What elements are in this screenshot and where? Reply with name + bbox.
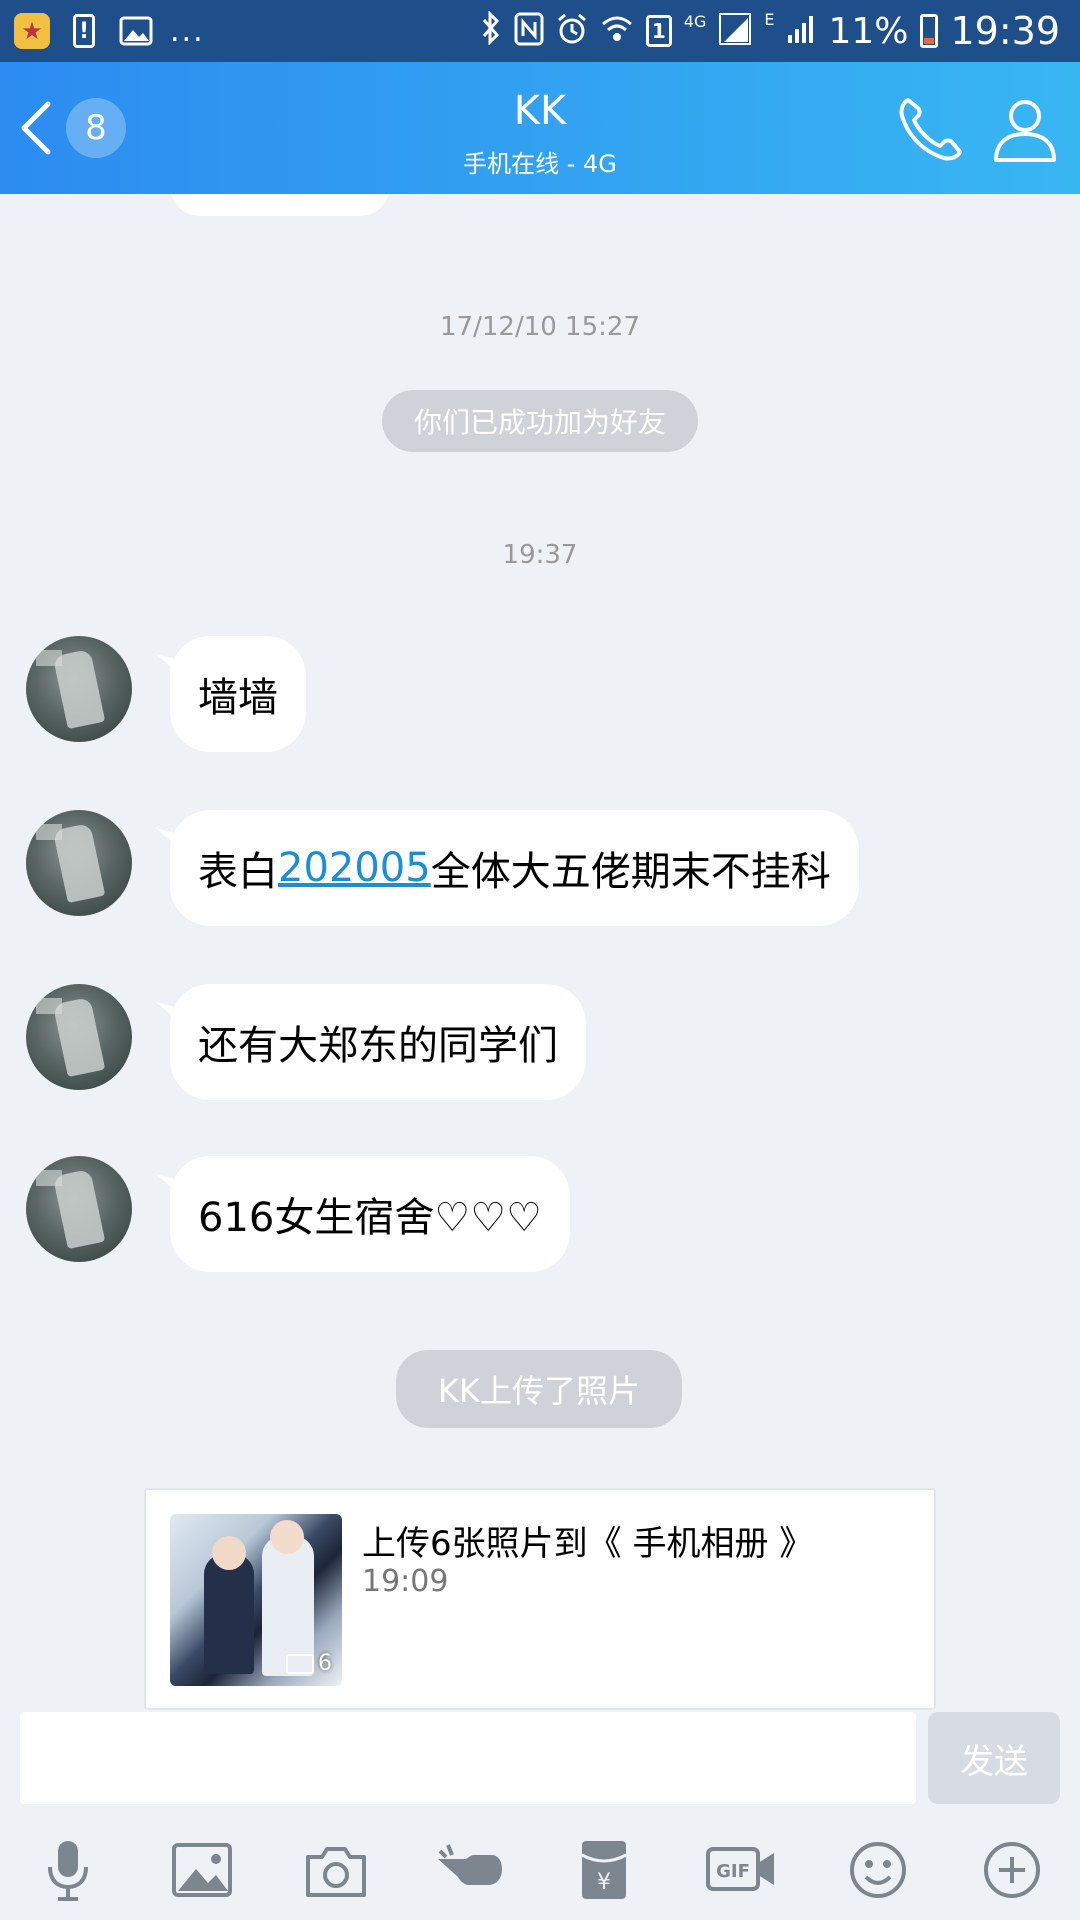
message-bubble[interactable]: 还有大郑东的同学们 xyxy=(170,984,586,1100)
battery-percent: 11% xyxy=(828,10,909,52)
emoji-icon xyxy=(850,1842,906,1898)
chat-messages[interactable]: 17/12/10 15:27 你们已成功加为好友 19:37 墙墙 表白 2020… xyxy=(0,194,1080,1712)
album-upload-card[interactable]: 6 上传6张照片到《 手机相册 》 19:09 xyxy=(144,1488,936,1710)
message-input[interactable] xyxy=(20,1712,916,1804)
svg-text:¥: ¥ xyxy=(597,1870,611,1895)
timestamp: 17/12/10 15:27 xyxy=(440,312,640,342)
gallery-icon xyxy=(118,13,154,49)
input-bar: 发送 xyxy=(0,1712,1080,1804)
clock: 19:39 xyxy=(950,9,1060,53)
more-notifications: ... xyxy=(170,13,205,49)
emoji-button[interactable] xyxy=(836,1832,920,1908)
album-time: 19:09 xyxy=(362,1564,449,1599)
message-link[interactable]: 202005 xyxy=(278,845,431,891)
system-message-upload: KK上传了照片 xyxy=(396,1350,682,1428)
contact-avatar[interactable] xyxy=(26,984,132,1090)
phone-icon xyxy=(899,98,962,161)
message-text: 表白 xyxy=(198,849,278,895)
network-type: 4G xyxy=(683,12,707,31)
previous-message-bubble[interactable] xyxy=(170,194,390,216)
contact-avatar[interactable] xyxy=(26,1156,132,1262)
system-icons: 1 4G E 11% 19:39 xyxy=(480,8,1060,54)
voice-button[interactable] xyxy=(26,1832,110,1908)
svg-text:GIF: GIF xyxy=(716,1861,750,1882)
contact-avatar[interactable] xyxy=(26,810,132,916)
nfc-icon xyxy=(514,12,544,50)
photo-button[interactable] xyxy=(160,1832,244,1908)
message-text: 616女生宿舍♡♡♡ xyxy=(198,1195,542,1241)
sim-icon: 1 xyxy=(645,15,672,47)
input-toolbar: ¥ GIF xyxy=(0,1820,1080,1920)
microphone-icon xyxy=(48,1841,88,1901)
timestamp: 19:37 xyxy=(502,540,578,570)
message-text: 还有大郑东的同学们 xyxy=(198,1023,558,1069)
camera-icon xyxy=(306,1847,366,1897)
red-envelope-icon: ¥ xyxy=(581,1841,627,1899)
star-app-icon: ★ xyxy=(14,13,50,49)
signal-icon-2 xyxy=(786,13,816,49)
poke-button[interactable] xyxy=(428,1832,512,1908)
battery-alert-icon: ! xyxy=(66,13,102,49)
signal-icon-1 xyxy=(718,12,752,50)
contact-avatar[interactable] xyxy=(26,636,132,742)
message-text: 全体大五佬期末不挂科 xyxy=(430,849,831,895)
gif-icon: GIF xyxy=(706,1847,774,1891)
photo-count-value: 6 xyxy=(318,1651,332,1676)
photo-count: 6 xyxy=(286,1651,332,1676)
status-bar: ★ ! ... 1 4G E 11% 19:39 xyxy=(0,0,1080,62)
plus-icon xyxy=(984,1842,1040,1898)
message-bubble[interactable]: 墙墙 xyxy=(170,636,306,752)
notification-icons: ★ ! ... xyxy=(14,10,205,52)
system-message-friend: 你们已成功加为好友 xyxy=(382,390,698,452)
battery-icon xyxy=(920,14,939,48)
album-thumbnail: 6 xyxy=(170,1514,342,1686)
poke-hand-icon xyxy=(438,1844,502,1885)
profile-button[interactable] xyxy=(988,92,1062,166)
album-title: 上传6张照片到《 手机相册 》 xyxy=(362,1524,814,1564)
message-text: 墙墙 xyxy=(198,675,278,721)
camera-button[interactable] xyxy=(294,1832,378,1908)
message-bubble[interactable]: 表白 202005 全体大五佬期末不挂科 xyxy=(170,810,859,926)
edge-indicator: E xyxy=(764,10,775,29)
message-bubble[interactable]: 616女生宿舍♡♡♡ xyxy=(170,1156,570,1272)
red-packet-button[interactable]: ¥ xyxy=(562,1832,646,1908)
call-button[interactable] xyxy=(894,92,968,166)
photo-stack-icon xyxy=(286,1653,314,1674)
more-button[interactable] xyxy=(970,1832,1054,1908)
user-icon xyxy=(994,100,1056,162)
chat-header: 8 KK 手机在线 - 4G xyxy=(0,62,1080,194)
wifi-icon xyxy=(600,13,634,49)
bluetooth-icon xyxy=(480,9,502,52)
image-icon xyxy=(172,1843,232,1897)
send-button[interactable]: 发送 xyxy=(928,1712,1060,1804)
alarm-icon xyxy=(556,12,588,50)
gif-button[interactable]: GIF xyxy=(700,1832,784,1908)
